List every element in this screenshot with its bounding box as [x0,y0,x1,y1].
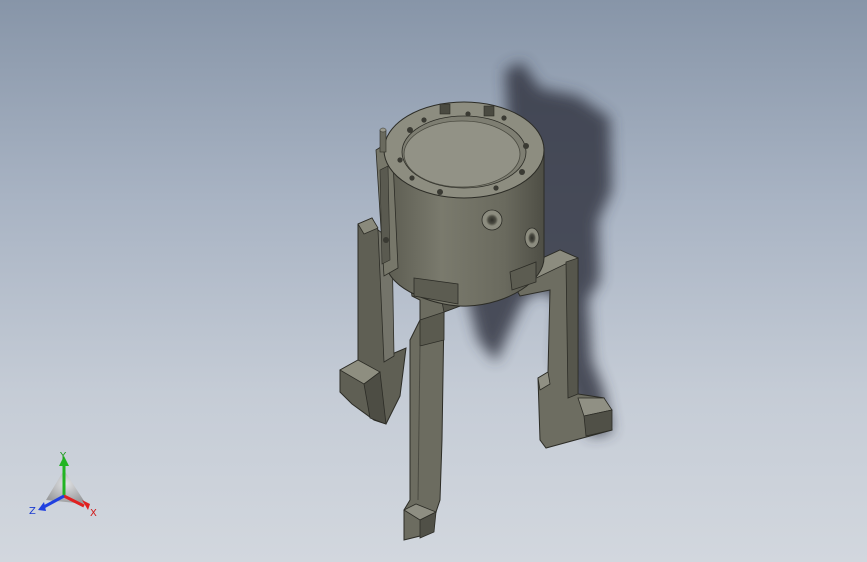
x-axis-label: X [90,508,97,519]
view-orientation-triad[interactable]: Y X Z [28,448,106,524]
y-axis-label: Y [59,451,67,462]
gripper-body[interactable] [375,101,545,307]
z-axis-label: Z [29,506,36,517]
3d-viewport[interactable] [0,0,867,562]
air-port-front [481,209,503,231]
finger-front[interactable] [403,275,461,541]
triad-origin-shape [46,470,86,504]
air-port-side [524,227,540,249]
